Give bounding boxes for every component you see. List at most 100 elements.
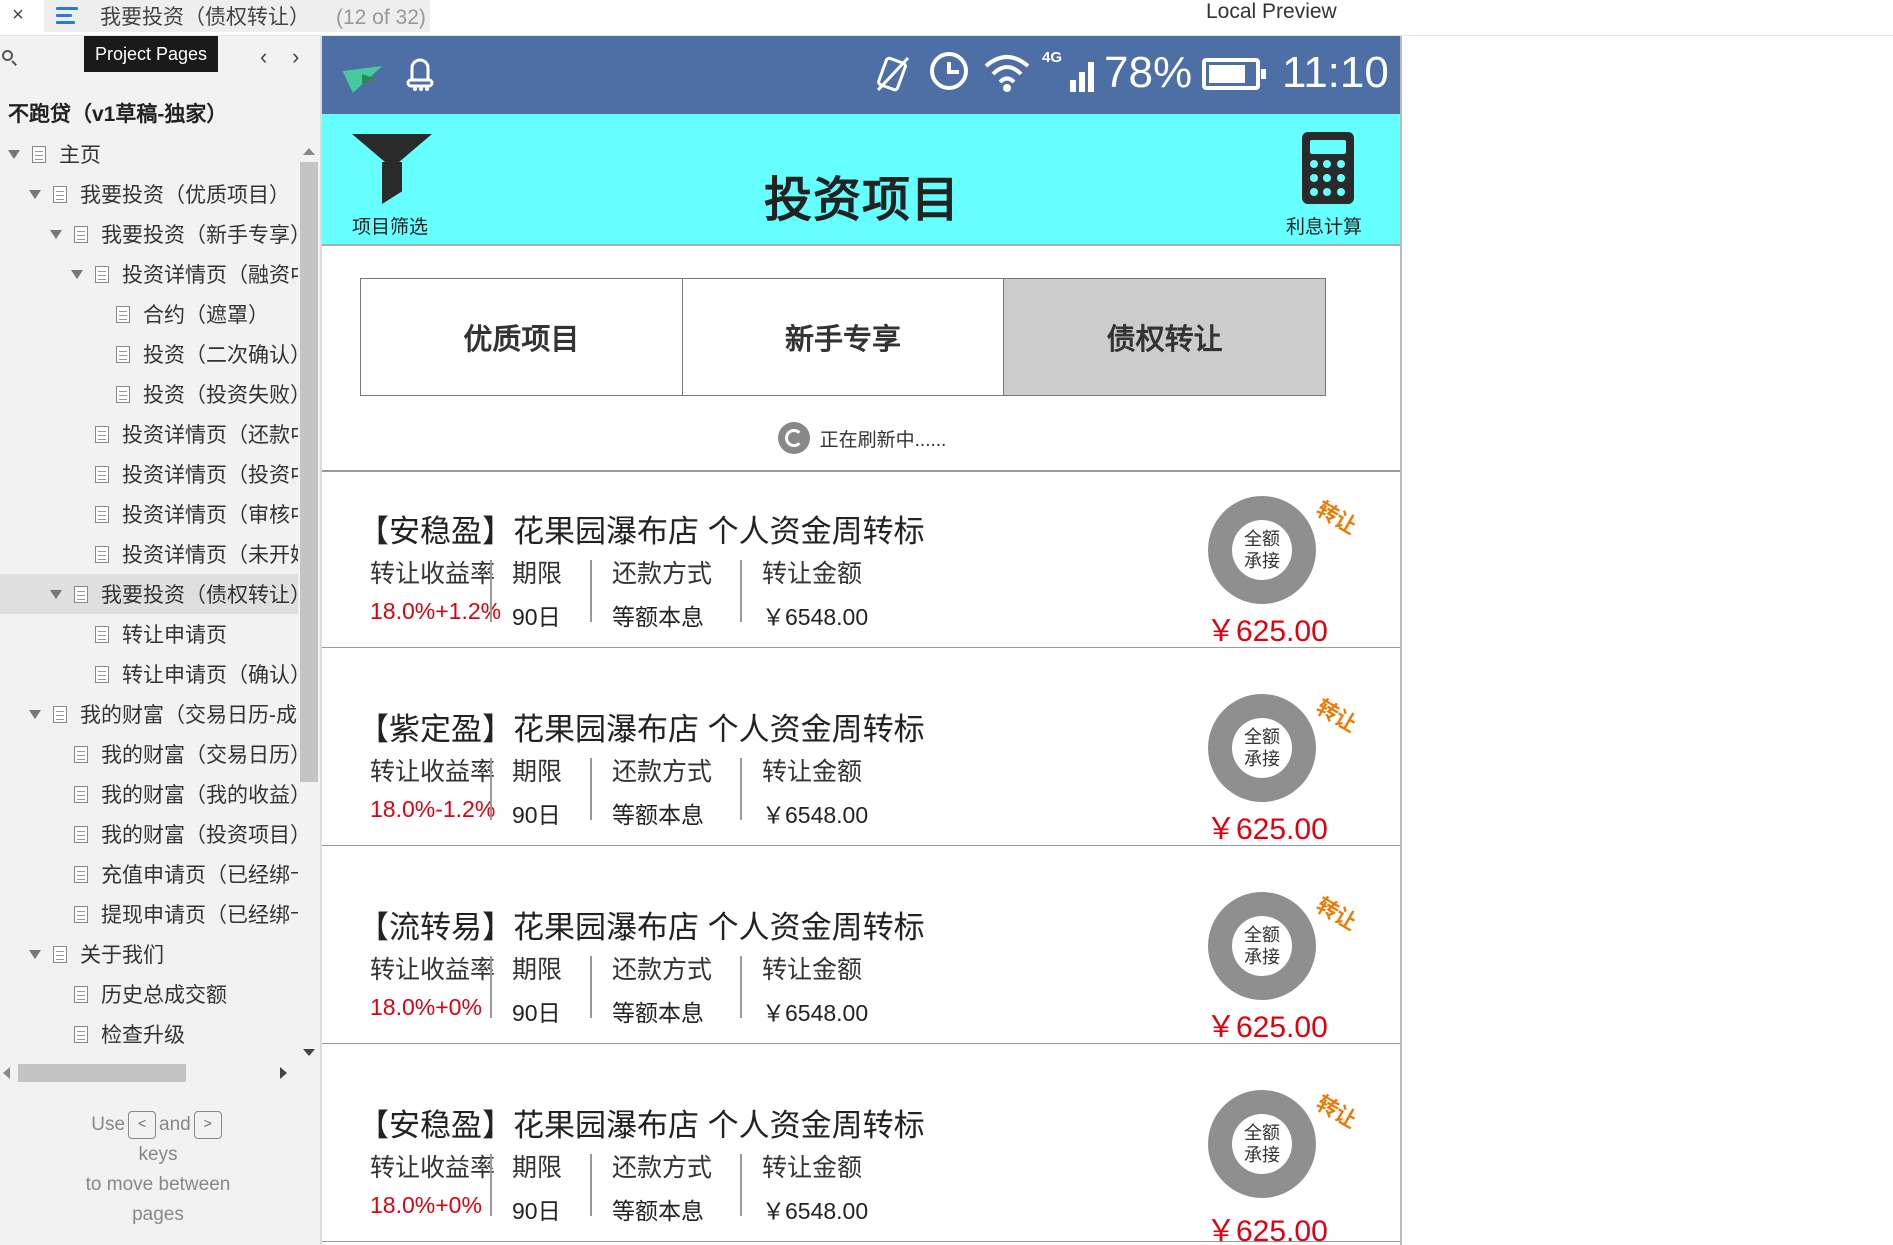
card-title: 【安稳盈】花果园瀑布店 个人资金周转标 bbox=[358, 514, 925, 549]
page-icon bbox=[95, 545, 109, 563]
expand-arrow-icon[interactable] bbox=[27, 707, 43, 721]
page-icon bbox=[74, 1025, 88, 1043]
transfer-card[interactable]: 【流转易】花果园瀑布店 个人资金周转标 转让收益率 18.0%+0% 期限 90日 还款方… bbox=[322, 868, 1400, 1044]
divider bbox=[590, 560, 592, 622]
tree-item[interactable]: 检查升级 bbox=[0, 1014, 298, 1054]
vertical-scrollbar[interactable] bbox=[298, 140, 320, 1064]
tree-item[interactable]: 关于我们 bbox=[0, 934, 298, 974]
rate-label: 转让收益率 bbox=[370, 758, 496, 786]
full-accept-badge[interactable]: 全额 承接 bbox=[1208, 892, 1316, 1000]
amount-label: 转让金额 bbox=[762, 1154, 863, 1182]
tree-item[interactable]: 投资详情页（投资中） bbox=[0, 454, 298, 494]
scroll-down-icon[interactable] bbox=[303, 1049, 315, 1056]
term-label: 期限 bbox=[512, 758, 563, 786]
tab-newbie-exclusive[interactable]: 新手专享 bbox=[682, 279, 1005, 395]
divider bbox=[590, 1154, 592, 1216]
repay-column: 还款方式 等额本息 bbox=[612, 950, 712, 1026]
horizontal-scrollbar[interactable] bbox=[0, 1062, 298, 1084]
badge-line1: 全额 bbox=[1244, 529, 1280, 549]
project-tabs: 优质项目 新手专享 债权转让 bbox=[360, 278, 1326, 396]
tree-item[interactable]: 我要投资（债权转让） bbox=[0, 574, 298, 614]
search-icon[interactable] bbox=[2, 50, 18, 66]
tree-item[interactable]: 我的财富（交易日历） bbox=[0, 734, 298, 774]
page-icon bbox=[74, 825, 88, 843]
status-time: 11:10 bbox=[1282, 48, 1389, 97]
rate-value: 18.0%+0% bbox=[370, 994, 482, 1020]
page-selector[interactable]: 我要投资（债权转让） (12 of 32) bbox=[44, 0, 430, 32]
page-icon bbox=[95, 465, 109, 483]
transfer-price: ￥625.00 bbox=[1206, 615, 1328, 648]
scroll-thumb-horizontal[interactable] bbox=[18, 1064, 186, 1082]
tree-item[interactable]: 我要投资（新手专享） bbox=[0, 214, 298, 254]
card-title: 【安稳盈】花果园瀑布店 个人资金周转标 bbox=[358, 1108, 925, 1143]
repay-column: 还款方式 等额本息 bbox=[612, 554, 712, 630]
full-accept-badge[interactable]: 全额 承接 bbox=[1208, 694, 1316, 802]
page-icon bbox=[74, 785, 88, 803]
page-icon bbox=[53, 945, 67, 963]
card-title: 【紫定盈】花果园瀑布店 个人资金周转标 bbox=[358, 712, 925, 747]
calculator-icon[interactable] bbox=[1302, 132, 1354, 204]
badge-line2: 承接 bbox=[1244, 749, 1280, 769]
tree-item[interactable]: 我的财富（交易日历-成功） bbox=[0, 694, 298, 734]
help-keys: keys bbox=[138, 1144, 178, 1165]
tree-item[interactable]: 投资（投资失败） bbox=[0, 374, 298, 414]
amount-column: 转让金额 ￥6548.00 bbox=[762, 950, 868, 1026]
refresh-text: 正在刷新中...... bbox=[819, 429, 947, 451]
full-accept-badge[interactable]: 全额 承接 bbox=[1208, 496, 1316, 604]
prev-page-button[interactable]: ‹ bbox=[260, 46, 267, 68]
tree-item[interactable]: 我要投资（优质项目） bbox=[0, 174, 298, 214]
page-icon bbox=[116, 345, 130, 363]
expand-arrow-icon[interactable] bbox=[48, 227, 64, 241]
tree-item[interactable]: 投资（二次确认） bbox=[0, 334, 298, 374]
tree-item[interactable]: 投资详情页（审核中） bbox=[0, 494, 298, 534]
tree-item[interactable]: 提现申请页（已经绑卡） bbox=[0, 894, 298, 934]
page-icon bbox=[74, 225, 88, 243]
app-header: 项目筛选 投资项目 利息计算 bbox=[322, 114, 1400, 246]
tree-item[interactable]: 投资详情页（未开始） bbox=[0, 534, 298, 574]
page-icon bbox=[74, 985, 88, 1003]
badge-line2: 承接 bbox=[1244, 1145, 1280, 1165]
tab-debt-transfer[interactable]: 债权转让 bbox=[1004, 279, 1326, 395]
tree-item-label: 我要投资（新手专享） bbox=[101, 224, 298, 247]
tree-item[interactable]: 投资详情页（融资中） bbox=[0, 254, 298, 294]
page-icon bbox=[53, 185, 67, 203]
tree-item[interactable]: 我的财富（我的收益） bbox=[0, 774, 298, 814]
transfer-tag: 转让 bbox=[1312, 1091, 1361, 1133]
next-page-button[interactable]: › bbox=[292, 46, 299, 68]
transfer-card[interactable]: 【安稳盈】花果园瀑布店 个人资金周转标 转让收益率 18.0%+0% 期限 90日 还款方… bbox=[322, 1066, 1400, 1245]
expand-arrow-icon[interactable] bbox=[48, 587, 64, 601]
scroll-right-icon[interactable] bbox=[280, 1067, 287, 1079]
help-line2: to move between bbox=[85, 1174, 231, 1195]
tree-item[interactable]: 我的财富（投资项目） bbox=[0, 814, 298, 854]
tree-item[interactable]: 投资详情页（还款中） bbox=[0, 414, 298, 454]
transfer-card[interactable]: 【安稳盈】花果园瀑布店 个人资金周转标 转让收益率 18.0%+1.2% 期限 90日 还… bbox=[322, 472, 1400, 648]
expand-arrow-icon[interactable] bbox=[6, 147, 22, 161]
menu-icon[interactable] bbox=[56, 7, 78, 25]
signal-icon: 4G bbox=[1042, 49, 1094, 92]
expand-arrow-icon[interactable] bbox=[27, 947, 43, 961]
keyboard-help: Use < and > keys to move between pages bbox=[0, 1110, 316, 1230]
transfer-card[interactable]: 【紫定盈】花果园瀑布店 个人资金周转标 转让收益率 18.0%-1.2% 期限 90日 还… bbox=[322, 670, 1400, 846]
close-icon[interactable]: × bbox=[6, 4, 30, 27]
expand-arrow-icon[interactable] bbox=[69, 267, 85, 281]
tree-item[interactable]: 充值申请页（已经绑卡） bbox=[0, 854, 298, 894]
tree-item[interactable]: 历史总成交额 bbox=[0, 974, 298, 1014]
page-icon bbox=[74, 585, 88, 603]
full-accept-badge[interactable]: 全额 承接 bbox=[1208, 1090, 1316, 1198]
scroll-left-icon[interactable] bbox=[3, 1067, 10, 1079]
repay-label: 还款方式 bbox=[612, 758, 713, 786]
preview-title: Local Preview bbox=[1206, 0, 1337, 23]
calculator-label[interactable]: 利息计算 bbox=[1286, 212, 1362, 239]
scroll-up-icon[interactable] bbox=[303, 148, 315, 155]
tab-premium-projects[interactable]: 优质项目 bbox=[361, 279, 683, 395]
tree-item[interactable]: 转让申请页 bbox=[0, 614, 298, 654]
amount-value: ￥6548.00 bbox=[762, 1000, 869, 1026]
scroll-thumb[interactable] bbox=[300, 162, 318, 782]
tree-item[interactable]: 主页 bbox=[0, 134, 298, 174]
tree-item-label: 投资（二次确认） bbox=[143, 344, 298, 367]
page-icon bbox=[95, 265, 109, 283]
tree-item[interactable]: 转让申请页（确认） bbox=[0, 654, 298, 694]
expand-arrow-icon[interactable] bbox=[27, 187, 43, 201]
tree-item[interactable]: 合约（遮罩） bbox=[0, 294, 298, 334]
